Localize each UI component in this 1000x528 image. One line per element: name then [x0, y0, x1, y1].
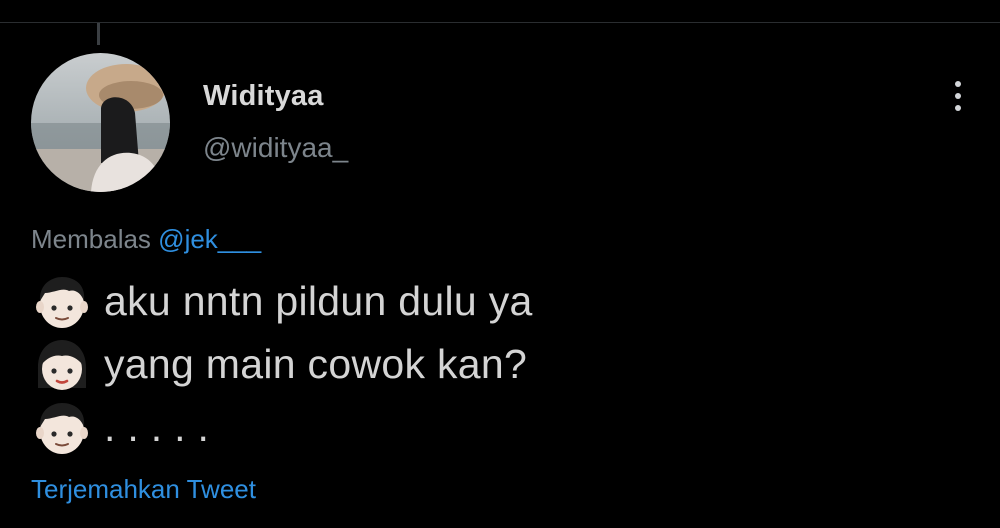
tweet-line-text: aku nntn pildun dulu ya	[104, 278, 533, 324]
tweet-line: . . . . .	[31, 396, 533, 459]
tweet-view: Widityaa @widityaa_ Membalas @jek___ aku…	[0, 0, 1000, 528]
more-dot-icon	[955, 105, 961, 111]
girl-emoji-icon	[37, 339, 87, 390]
top-divider	[0, 22, 1000, 23]
tweet-text: aku nntn pildun dulu ya yang main cowok …	[31, 270, 533, 459]
tweet-line: yang main cowok kan?	[31, 333, 533, 396]
avatar-photo-icon	[31, 53, 170, 192]
more-options-button[interactable]	[943, 76, 973, 116]
thread-connector-line	[97, 23, 100, 45]
boy-emoji-icon	[36, 276, 88, 328]
translate-tweet-link[interactable]: Terjemahkan Tweet	[31, 474, 256, 505]
reply-mention-link[interactable]: @jek___	[158, 224, 261, 254]
tweet-line-text: yang main cowok kan?	[104, 341, 528, 387]
more-dot-icon	[955, 93, 961, 99]
boy-emoji-icon	[36, 402, 88, 454]
more-dot-icon	[955, 81, 961, 87]
replying-to: Membalas @jek___	[31, 224, 261, 255]
avatar[interactable]	[31, 53, 170, 192]
display-name[interactable]: Widityaa	[203, 80, 324, 113]
replying-to-label: Membalas	[31, 224, 151, 254]
user-handle[interactable]: @widityaa_	[203, 132, 348, 164]
tweet-line-text: . . . . .	[104, 404, 210, 450]
tweet-line: aku nntn pildun dulu ya	[31, 270, 533, 333]
